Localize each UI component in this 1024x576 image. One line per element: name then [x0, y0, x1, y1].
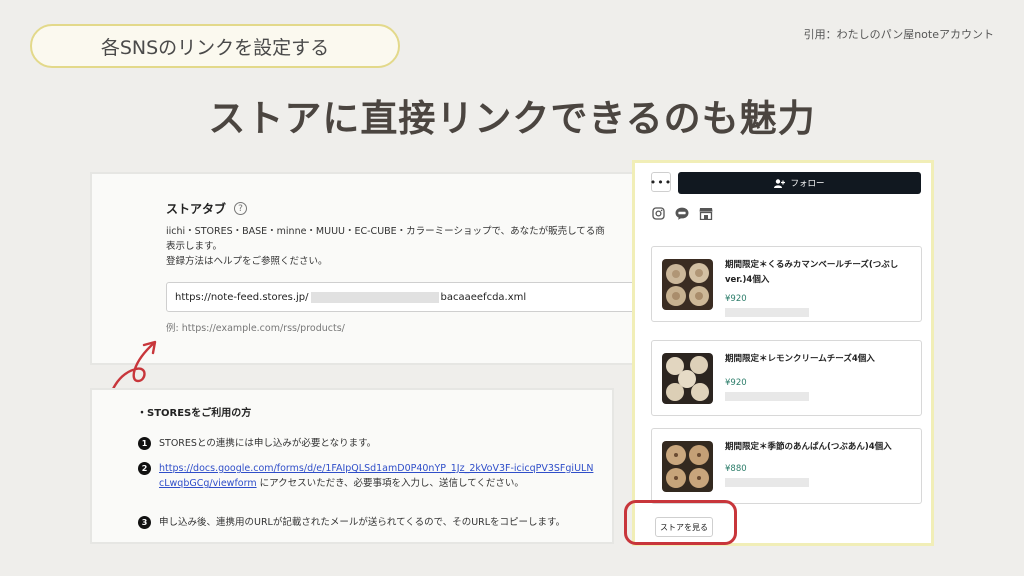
store-tab-settings-panel: ストアタブ ? iichi・STORES・BASE・minne・MUUU・EC-… [90, 172, 650, 365]
step-text: 申し込み後、連携用のURLが記載されたメールが送られてくるので、そのURLをコピ… [159, 517, 566, 528]
product-thumbnail [662, 441, 713, 492]
store-url-input[interactable]: https://note-feed.stores.jp/ bacaaeefcda… [166, 282, 646, 312]
store-tab-description: iichi・STORES・BASE・minne・MUUU・EC-CUBE・カラー… [166, 224, 646, 269]
store-tab-title: ストアタブ [166, 202, 227, 216]
store-icon[interactable] [699, 207, 713, 220]
step-text: https://docs.google.com/forms/d/e/1FAIpQ… [159, 461, 598, 491]
more-options-button[interactable]: ••• [650, 172, 671, 192]
product-card[interactable]: 期間限定＊くるみカマンベールチーズ(つぶしver.)4個入 ¥920 [651, 246, 922, 322]
url-prefix: https://note-feed.stores.jp/ [175, 291, 309, 303]
product-name: 期間限定＊くるみカマンベールチーズ(つぶしver.)4個入 [725, 260, 899, 285]
description-line-1: iichi・STORES・BASE・minne・MUUU・EC-CUBE・カラー… [166, 226, 605, 237]
note-profile-preview: ••• フォロー 期間限定＊くるみカマンベールチーズ(つぶしver.)4個入 ¥… [632, 160, 934, 546]
store-tab-heading: ストアタブ ? [166, 200, 248, 217]
product-name: 期間限定＊季節のあんぱん(つぶあん)4個入 [725, 442, 892, 452]
step-text: STORESとの連携には申し込みが必要となります。 [159, 438, 377, 449]
description-line-3: 登録方法はヘルプをご参照ください。 [166, 256, 328, 267]
product-thumbnail [662, 353, 713, 404]
step-number-badge: 3 [138, 516, 151, 529]
stores-instructions-panel: ・STORESをご利用の方 1 STORESとの連携には申し込みが必要となります… [90, 388, 614, 544]
help-icon[interactable]: ? [234, 202, 248, 215]
product-meta-placeholder [725, 308, 809, 317]
follow-label: フォロー [790, 179, 825, 189]
line-icon[interactable] [675, 207, 689, 220]
product-price: ¥880 [725, 464, 747, 474]
product-price: ¥920 [725, 294, 747, 304]
step-text-rest: にアクセスいただき、必要事項を入力し、送信してください。 [256, 478, 524, 489]
product-card[interactable]: 期間限定＊レモンクリームチーズ4個入 ¥920 [651, 340, 922, 416]
description-line-2: 表示します。 [166, 241, 223, 252]
instruction-step-1: 1 STORESとの連携には申し込みが必要となります。 [138, 436, 598, 451]
section-pill: 各SNSのリンクを設定する [30, 24, 400, 68]
product-card[interactable]: 期間限定＊季節のあんぱん(つぶあん)4個入 ¥880 [651, 428, 922, 504]
url-suffix: bacaaeefcda.xml [440, 291, 527, 303]
url-example-hint: 例: https://example.com/rss/products/ [166, 323, 345, 334]
product-name: 期間限定＊レモンクリームチーズ4個入 [725, 354, 875, 364]
section-pill-label: 各SNSのリンクを設定する [100, 36, 330, 59]
highlight-circle [624, 500, 737, 545]
product-thumbnail [662, 259, 713, 310]
product-price: ¥920 [725, 378, 747, 388]
step-number-badge: 1 [138, 437, 151, 450]
redacted-segment [310, 291, 439, 303]
step-number-badge: 2 [138, 462, 151, 475]
instruction-step-2: 2 https://docs.google.com/forms/d/e/1FAI… [138, 461, 598, 491]
social-links [652, 207, 713, 220]
instructions-title: ・STORESをご利用の方 [137, 408, 252, 419]
instagram-icon[interactable] [652, 207, 665, 220]
product-meta-placeholder [725, 478, 809, 487]
page-title: ストアに直接リンクできるのも魅力 [208, 97, 816, 140]
add-user-icon [774, 178, 786, 188]
product-meta-placeholder [725, 392, 809, 401]
citation: 引用：わたしのパン屋noteアカウント [803, 28, 994, 41]
follow-button[interactable]: フォロー [678, 172, 921, 194]
instruction-step-3: 3 申し込み後、連携用のURLが記載されたメールが送られてくるので、そのURLを… [138, 515, 598, 530]
